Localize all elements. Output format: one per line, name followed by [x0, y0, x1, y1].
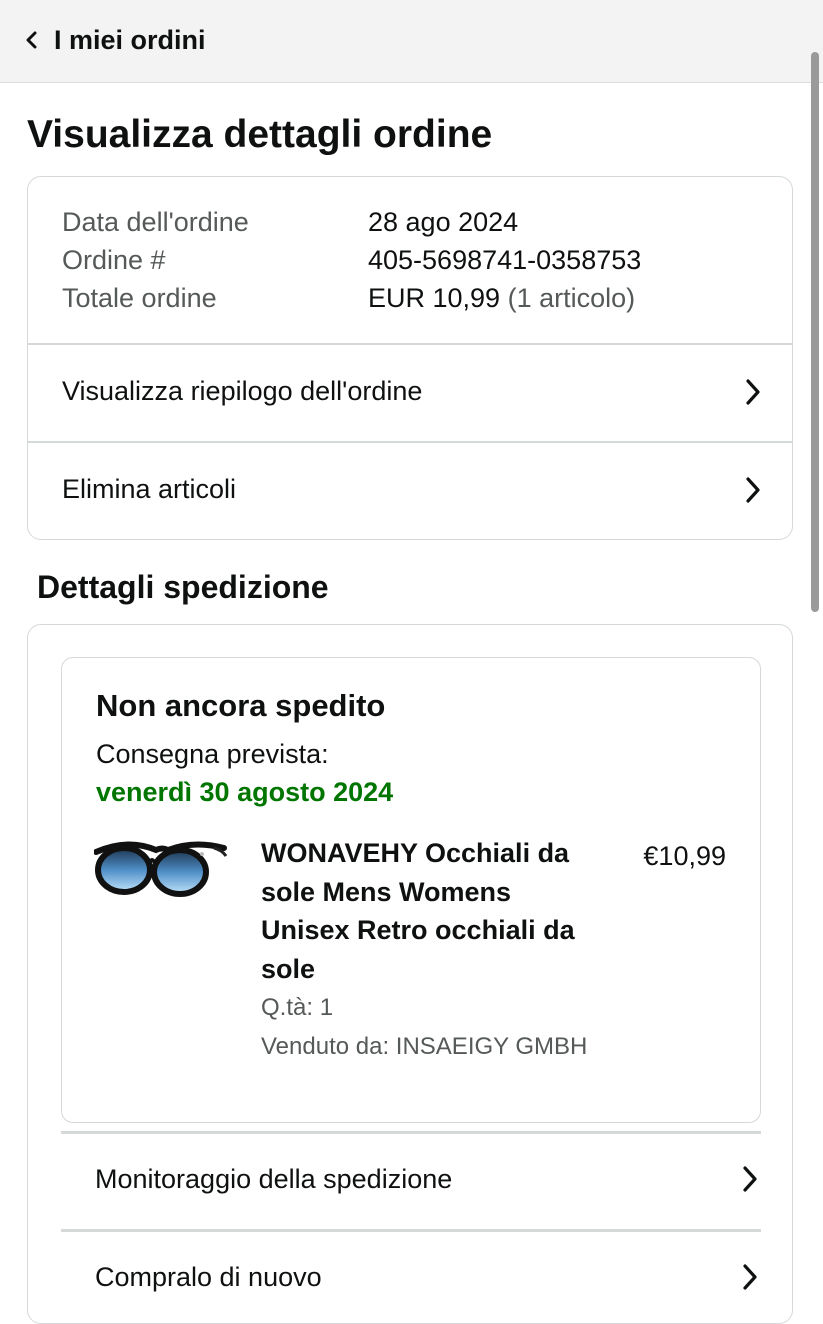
product-price: €10,99	[643, 841, 726, 871]
product-title-link[interactable]: WONAVEHY Occhiali da sole Mens Womens Un…	[261, 834, 581, 988]
page-title: Visualizza dettagli ordine	[27, 113, 493, 156]
top-bar: I miei ordini	[0, 0, 823, 83]
order-date-label: Data dell'ordine	[62, 207, 249, 237]
order-number-label: Ordine #	[62, 245, 166, 275]
order-total-items: (1 articolo)	[507, 283, 636, 313]
delivery-label: Consegna prevista:	[96, 739, 329, 769]
view-order-summary-label: Visualizza riepilogo dell'ordine	[62, 376, 423, 406]
chevron-right-icon	[744, 376, 764, 408]
buy-again-label: Compralo di nuovo	[95, 1261, 322, 1292]
scrollbar[interactable]	[811, 52, 819, 612]
shipment-section-title: Dettagli spedizione	[37, 569, 329, 605]
sunglasses-image[interactable]	[93, 836, 228, 900]
order-total-label: Totale ordine	[62, 283, 217, 313]
product-quantity: Q.tà: 1	[261, 994, 334, 1021]
back-label: I miei ordini	[54, 24, 206, 55]
back-link[interactable]: I miei ordini	[24, 20, 206, 60]
buy-again-link[interactable]: Compralo di nuovo	[61, 1232, 761, 1322]
order-date-value: 28 ago 2024	[368, 207, 519, 237]
track-shipment-label: Monitoraggio della spedizione	[95, 1163, 453, 1194]
shipment-status: Non ancora spedito	[96, 688, 386, 723]
chevron-left-icon	[24, 31, 42, 49]
order-info-card: Data dell'ordine 28 ago 2024 Ordine # 40…	[27, 176, 793, 540]
delivery-date: venerdì 30 agosto 2024	[96, 777, 394, 807]
shipment-card: Non ancora spedito Consegna prevista: ve…	[27, 624, 793, 1324]
delete-items-label: Elimina articoli	[62, 474, 237, 504]
order-total-amount: EUR 10,99	[368, 283, 501, 313]
order-number-row: Ordine # 405-5698741-0358753	[62, 241, 641, 279]
order-total-row: Totale ordine EUR 10,99 (1 articolo)	[62, 279, 641, 317]
chevron-right-icon	[741, 1261, 761, 1293]
delete-items-link[interactable]: Elimina articoli	[28, 441, 792, 538]
view-order-summary-link[interactable]: Visualizza riepilogo dell'ordine	[28, 343, 792, 440]
shipment-item-card: Non ancora spedito Consegna prevista: ve…	[61, 657, 761, 1123]
order-date-row: Data dell'ordine 28 ago 2024	[62, 203, 641, 241]
order-total-value: EUR 10,99 (1 articolo)	[368, 279, 635, 317]
product-seller: Venduto da: INSAEIGY GMBH	[261, 1033, 588, 1060]
order-number-value: 405-5698741-0358753	[368, 245, 642, 275]
track-shipment-link[interactable]: Monitoraggio della spedizione	[61, 1134, 761, 1224]
chevron-right-icon	[744, 474, 764, 506]
chevron-right-icon	[741, 1163, 761, 1195]
order-info: Data dell'ordine 28 ago 2024 Ordine # 40…	[62, 203, 641, 317]
